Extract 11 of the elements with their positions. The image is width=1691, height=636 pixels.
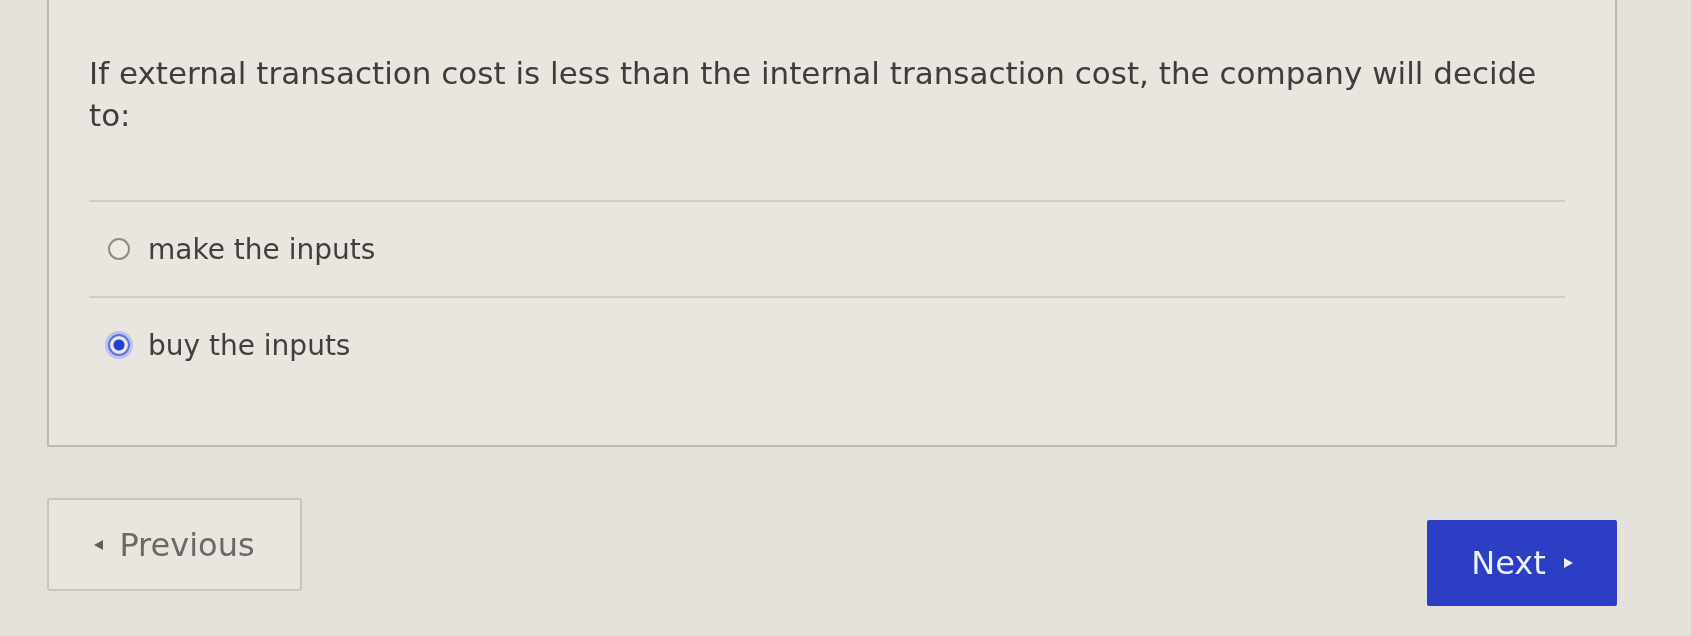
right-triangle-icon — [1563, 558, 1573, 568]
option-label: make the inputs — [148, 232, 376, 266]
answer-option[interactable]: make the inputs — [89, 202, 1585, 296]
radio-button-icon[interactable] — [108, 334, 130, 356]
next-button[interactable]: Next — [1427, 520, 1617, 606]
radio-button-icon[interactable] — [108, 238, 130, 260]
previous-button[interactable]: Previous — [47, 498, 302, 591]
question-text: If external transaction cost is less than the internal transaction cost, the company will decide to: — [89, 54, 1538, 135]
left-triangle-icon — [94, 539, 104, 550]
option-label: buy the inputs — [148, 328, 351, 362]
answer-option[interactable]: buy the inputs — [89, 298, 1585, 392]
